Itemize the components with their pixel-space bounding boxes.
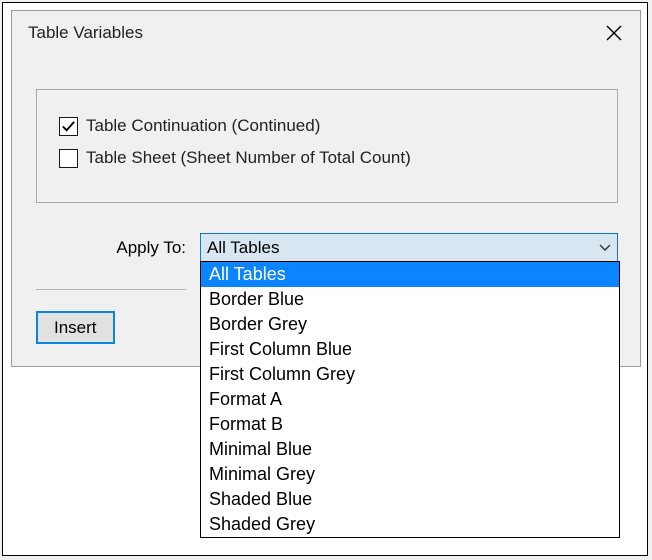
apply-to-dropdown[interactable]: All TablesBorder BlueBorder GreyFirst Co…	[200, 261, 620, 538]
dropdown-option[interactable]: Border Blue	[201, 287, 619, 312]
dropdown-option[interactable]: Format A	[201, 387, 619, 412]
dropdown-option[interactable]: Border Grey	[201, 312, 619, 337]
check-icon	[61, 119, 76, 134]
options-group: Table Continuation (Continued) Table She…	[36, 89, 618, 203]
sheet-checkbox[interactable]	[59, 149, 78, 168]
dropdown-option[interactable]: First Column Blue	[201, 337, 619, 362]
chevron-down-icon	[599, 244, 611, 252]
continuation-label: Table Continuation (Continued)	[86, 116, 320, 136]
dropdown-option[interactable]: Shaded Grey	[201, 512, 619, 537]
insert-button[interactable]: Insert	[36, 311, 115, 344]
combo-arrow	[593, 234, 617, 261]
continuation-row[interactable]: Table Continuation (Continued)	[37, 110, 617, 142]
apply-to-label: Apply To:	[12, 238, 200, 258]
continuation-checkbox[interactable]	[59, 117, 78, 136]
close-button[interactable]	[602, 21, 626, 45]
close-icon	[606, 25, 622, 41]
dialog-title: Table Variables	[28, 23, 602, 43]
titlebar: Table Variables	[12, 11, 640, 55]
dropdown-option[interactable]: Format B	[201, 412, 619, 437]
separator	[36, 289, 186, 290]
dropdown-option[interactable]: Minimal Blue	[201, 437, 619, 462]
sheet-label: Table Sheet (Sheet Number of Total Count…	[86, 148, 411, 168]
dropdown-option[interactable]: All Tables	[201, 262, 619, 287]
apply-to-row: Apply To: All Tables	[12, 233, 640, 262]
sheet-row[interactable]: Table Sheet (Sheet Number of Total Count…	[37, 142, 617, 174]
dropdown-option[interactable]: First Column Grey	[201, 362, 619, 387]
apply-to-combo[interactable]: All Tables	[200, 233, 618, 262]
apply-to-value: All Tables	[201, 238, 593, 258]
dropdown-option[interactable]: Minimal Grey	[201, 462, 619, 487]
window-frame: Table Variables Table Continuation (Cont…	[2, 2, 648, 556]
insert-button-label: Insert	[54, 318, 97, 338]
dropdown-option[interactable]: Shaded Blue	[201, 487, 619, 512]
